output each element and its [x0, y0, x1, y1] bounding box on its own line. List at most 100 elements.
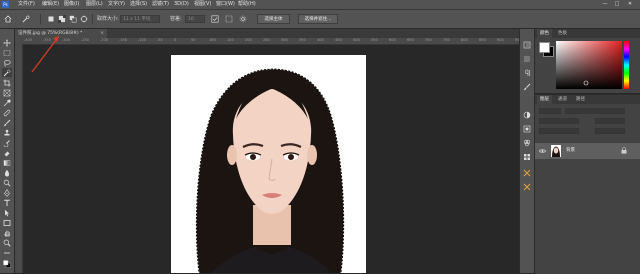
menu-filter[interactable]: 滤镜(T) [152, 0, 169, 9]
tab-swatches[interactable]: 色板 [555, 29, 570, 38]
move-tool-icon[interactable] [2, 38, 12, 47]
subtract-from-selection-icon[interactable] [69, 15, 77, 23]
ruler-tick: 900 [497, 38, 504, 42]
fill-field[interactable] [595, 128, 625, 134]
eye-visibility-icon[interactable] [539, 148, 546, 154]
menu-type[interactable]: 文字(Y) [108, 0, 125, 9]
layer-row-background[interactable]: 背景 [535, 143, 640, 159]
dodge-tool-icon[interactable] [2, 178, 12, 187]
menu-help[interactable]: 帮助(H) [238, 0, 256, 9]
quick-selection-preset-icon[interactable] [22, 15, 30, 23]
lock-options[interactable] [539, 128, 579, 134]
menu-view[interactable]: 视图(V) [194, 0, 211, 9]
ruler-tick: 750 [443, 38, 450, 42]
properties-panel-icon[interactable] [523, 55, 531, 63]
zoom-tool-icon[interactable] [2, 238, 12, 247]
horizontal-ruler[interactable]: -400 -350 -300 -250 -200 -150 -100 -50 0… [22, 38, 532, 45]
quick-selection-tool-icon[interactable] [2, 68, 12, 77]
healing-brush-tool-icon[interactable] [2, 108, 12, 117]
more-tools-icon[interactable] [2, 248, 12, 257]
swatches-panel-icon[interactable] [523, 153, 531, 161]
adjustments-panel-icon[interactable] [523, 111, 531, 119]
tolerance-label: 容差: [170, 16, 182, 22]
minimize-button[interactable]: — [600, 0, 610, 9]
clone-stamp-tool-icon[interactable] [2, 128, 12, 137]
menu-image[interactable]: 图像(I) [64, 0, 79, 9]
ruler-tick: 600 [389, 38, 396, 42]
lasso-tool-icon[interactable] [2, 58, 12, 67]
add-to-selection-icon[interactable] [58, 15, 66, 23]
hue-slider[interactable] [624, 41, 629, 89]
menu-3d[interactable]: 3D(D) [174, 0, 189, 9]
close-document-icon[interactable]: × [100, 29, 104, 38]
menu-layer[interactable]: 图层(L) [86, 0, 103, 9]
pen-tool-icon[interactable] [2, 188, 12, 197]
ruler-tick: 50 [191, 38, 196, 42]
close-window-button[interactable]: ✕ [625, 0, 635, 9]
opacity-field[interactable] [595, 118, 625, 124]
ruler-tick: 700 [425, 38, 432, 42]
ruler-tick: -100 [138, 38, 146, 42]
tab-paths[interactable]: 路径 [573, 95, 588, 104]
color-swatches-icon[interactable] [2, 259, 12, 268]
sample-size-select[interactable]: 11 x 11 平均 [120, 15, 160, 23]
photoshop-logo: Ps [2, 1, 9, 8]
lock-icon [621, 147, 627, 154]
select-subject-button[interactable]: 选择主体 [257, 14, 290, 24]
tools-panel [0, 29, 15, 273]
channels-panel-icon[interactable] [523, 139, 531, 147]
marquee-tool-icon[interactable] [2, 48, 12, 57]
gradients-panel-icon[interactable] [523, 169, 531, 177]
layer-filter-kind[interactable] [539, 108, 561, 114]
eraser-tool-icon[interactable] [2, 148, 12, 157]
rectangle-tool-icon[interactable] [2, 218, 12, 227]
history-panel-icon[interactable] [523, 41, 531, 49]
color-picker-field[interactable] [556, 41, 622, 89]
menu-bar: Ps 文件(F) 编辑(E) 图像(I) 图层(L) 文字(Y) 选择(S) 滤… [0, 0, 640, 10]
sample-all-layers-icon[interactable] [211, 15, 219, 23]
ruler-tick: -200 [100, 38, 108, 42]
select-and-mask-button[interactable]: 选择并遮住... [298, 14, 338, 24]
color-panel: 颜色 色板 [535, 29, 640, 93]
settings-gear-icon[interactable] [239, 15, 247, 23]
crop-tool-icon[interactable] [2, 78, 12, 87]
path-selection-tool-icon[interactable] [2, 208, 12, 217]
patterns-panel-icon[interactable] [523, 183, 531, 191]
history-brush-tool-icon[interactable] [2, 138, 12, 147]
tab-color[interactable]: 颜色 [537, 29, 552, 38]
panel-icon-strip [519, 29, 535, 273]
menu-select[interactable]: 选择(S) [130, 0, 147, 9]
portrait-photo[interactable] [171, 55, 366, 273]
tolerance-input[interactable]: 10 [185, 15, 205, 23]
new-selection-icon[interactable] [47, 15, 55, 23]
gradient-tool-icon[interactable] [2, 158, 12, 167]
styles-panel-icon[interactable] [523, 125, 531, 133]
menu-file[interactable]: 文件(F) [18, 0, 35, 9]
home-icon[interactable] [4, 15, 12, 23]
blend-mode-select[interactable] [539, 118, 579, 124]
paragraph-panel-icon[interactable] [523, 69, 531, 77]
blur-tool-icon[interactable] [2, 168, 12, 177]
tab-layers[interactable]: 图层 [537, 95, 552, 104]
brush-tool-icon[interactable] [2, 118, 12, 127]
foreground-color-swatch[interactable] [539, 42, 550, 53]
refine-edge-icon[interactable] [225, 15, 233, 23]
options-bar: 取样大小: 11 x 11 平均 容差: 10 选择主体 选择并遮住... [0, 10, 640, 29]
brush-settings-icon[interactable] [80, 15, 88, 23]
brush-panel-icon[interactable] [523, 83, 531, 91]
ruler-tick: 200 [245, 38, 252, 42]
ruler-tick: 450 [335, 38, 342, 42]
ruler-tick: 150 [227, 38, 234, 42]
type-tool-icon[interactable] [2, 198, 12, 207]
hand-tool-icon[interactable] [2, 228, 12, 237]
layer-filter-icons[interactable] [565, 108, 625, 114]
tab-channels[interactable]: 通道 [555, 95, 570, 104]
annotation-arrow [31, 35, 60, 73]
menu-window[interactable]: 窗口(W) [216, 0, 235, 9]
ruler-tick: 850 [479, 38, 486, 42]
vertical-ruler[interactable] [15, 44, 23, 273]
maximize-button[interactable]: □ [612, 0, 622, 9]
eyedropper-tool-icon[interactable] [2, 98, 12, 107]
menu-edit[interactable]: 编辑(E) [42, 0, 59, 9]
frame-tool-icon[interactable] [2, 88, 12, 97]
